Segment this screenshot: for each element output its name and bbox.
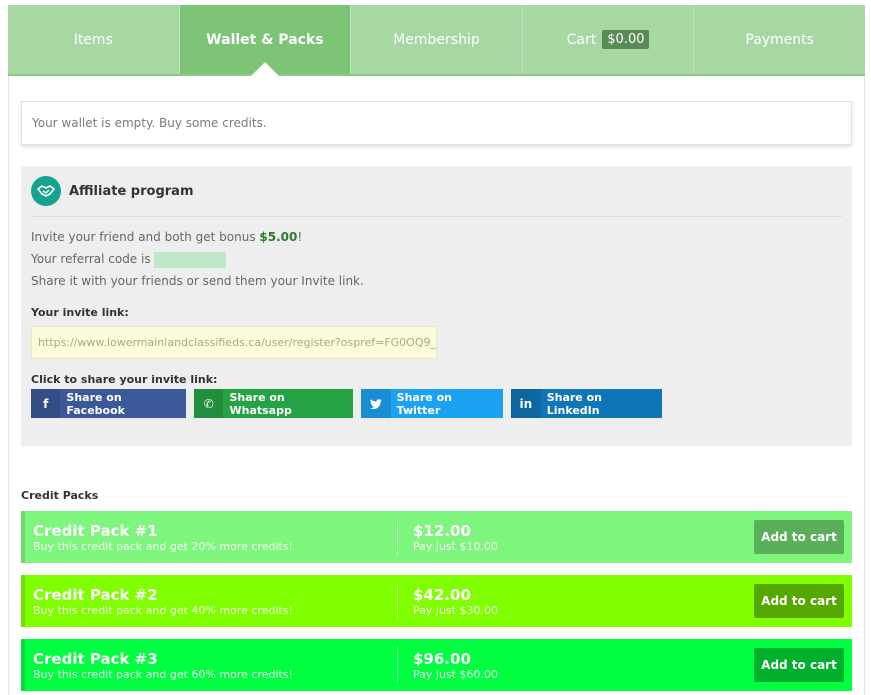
add-to-cart-button[interactable]: Add to cart [754,520,844,554]
affiliate-title: Affiliate program [69,183,194,199]
referral-code [154,251,227,268]
pack-description: Buy this credit pack and get 60% more cr… [33,667,293,681]
invite-link-label: Your invite link: [31,306,129,319]
referral-line: Your referral code is [31,248,842,270]
pack-info: Credit Pack #1 Buy this credit pack and … [33,522,397,553]
share-linkedin-label: Share on LinkedIn [546,390,602,417]
affiliate-body: Invite your friend and both get bonus $5… [31,217,842,418]
referral-text: Your referral code is [31,252,151,266]
pack-pricing: $12.00 Pay just $10.00 [413,522,754,553]
pack-divider [397,583,398,619]
invite-link-field[interactable]: https://www.lowermainlandclassifieds.ca/… [31,326,437,359]
tab-payments-label: Payments [745,31,814,48]
wallet-status: Your wallet is empty. Buy some credits. [21,101,852,145]
share-twitter-button[interactable]: Share on Twitter [361,389,503,418]
share-whatsapp-label: Share on Whatsapp [229,390,292,417]
pack-info: Credit Pack #2 Buy this credit pack and … [33,586,397,617]
twitter-icon [361,389,391,418]
pack-description: Buy this credit pack and get 40% more cr… [33,603,293,617]
tab-wallet-packs[interactable]: Wallet & Packs [179,5,352,76]
pack-divider [397,647,398,683]
bonus-prefix: Invite your friend and both get bonus [31,230,260,244]
pack-accent-bar [21,575,25,627]
share-buttons: f Share on Facebook ✆ Share on Whatsapp Sh… [31,389,842,418]
facebook-icon: f [31,389,61,418]
cart-amount-badge: $0.00 [602,30,650,49]
share-whatsapp-button[interactable]: ✆ Share on Whatsapp [194,389,353,418]
bonus-line: Invite your friend and both get bonus $5… [31,226,842,248]
pack-price: $12.00 [413,521,471,540]
affiliate-panel: Affiliate program Invite your friend and… [21,166,852,446]
handshake-icon [31,176,61,206]
add-to-cart-button[interactable]: Add to cart [754,584,844,618]
pack-pricing: $96.00 Pay just $60.00 [413,650,754,681]
credit-pack-1: Credit Pack #1 Buy this credit pack and … [21,511,852,563]
pack-name: Credit Pack #1 [33,521,158,540]
bonus-amount: $5.00 [259,230,298,244]
share-facebook-button[interactable]: f Share on Facebook [31,389,186,418]
whatsapp-icon: ✆ [194,389,224,418]
affiliate-header: Affiliate program [31,166,842,217]
tab-items[interactable]: Items [8,5,180,74]
tab-cart-label: Cart [566,31,597,48]
share-linkedin-button[interactable]: in Share on LinkedIn [511,389,662,418]
wallet-message: Your wallet is empty. Buy some credits. [32,116,267,130]
linkedin-icon: in [511,389,541,418]
share-facebook-label: Share on Facebook [66,390,125,417]
pack-divider [397,519,398,555]
tab-wallet-packs-label: Wallet & Packs [206,31,324,48]
pack-name: Credit Pack #2 [33,585,158,604]
credit-packs-title: Credit Packs [21,489,99,502]
page: Items Wallet & Packs Membership Cart $0.0… [0,0,871,695]
add-to-cart-button[interactable]: Add to cart [754,648,844,682]
credit-pack-3: Credit Pack #3 Buy this credit pack and … [21,639,852,691]
main-tabs: Items Wallet & Packs Membership Cart $0.0… [8,5,865,76]
pack-price: $96.00 [413,649,471,668]
pack-name: Credit Pack #3 [33,649,158,668]
pack-price: $42.00 [413,585,471,604]
share-label: Click to share your invite link: [31,373,218,386]
share-instructions: Share it with your friends or send them … [31,274,364,288]
pack-description: Buy this credit pack and get 20% more cr… [33,539,293,553]
pack-accent-bar [21,511,25,563]
pack-pricing: $42.00 Pay just $30.00 [413,586,754,617]
tab-payments[interactable]: Payments [694,5,865,74]
pack-pay-price: Pay just $60.00 [413,667,498,681]
pack-pay-price: Pay just $10.00 [413,539,498,553]
credit-pack-2: Credit Pack #2 Buy this credit pack and … [21,575,852,627]
pack-accent-bar [21,639,25,691]
tab-membership[interactable]: Membership [351,5,523,74]
tab-items-label: Items [73,31,113,48]
bonus-suffix: ! [297,230,303,244]
pack-info: Credit Pack #3 Buy this credit pack and … [33,650,397,681]
share-twitter-label: Share on Twitter [396,390,452,417]
tab-cart[interactable]: Cart $0.00 [523,5,695,74]
pack-pay-price: Pay just $30.00 [413,603,498,617]
tab-membership-label: Membership [393,31,480,48]
